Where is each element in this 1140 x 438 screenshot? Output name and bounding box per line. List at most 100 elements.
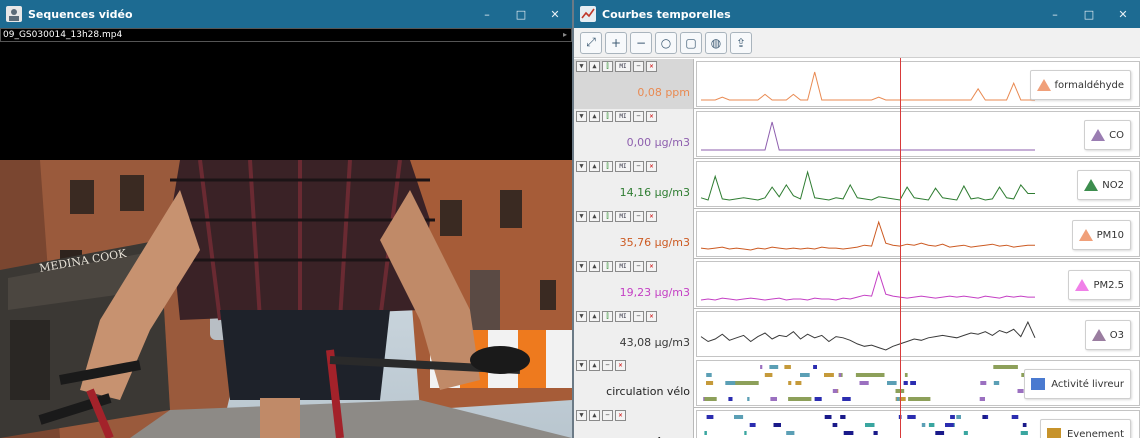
row-value: 19,23 µg/m3	[619, 286, 690, 299]
row-legend[interactable]: NO2	[1077, 170, 1131, 200]
move-up-icon[interactable]: ▲	[589, 311, 600, 322]
screenshot-icon[interactable]: ▢	[680, 31, 702, 54]
marker-icon[interactable]: ⫿	[602, 311, 613, 322]
event-mark	[704, 397, 717, 401]
remove-row-icon[interactable]: ✕	[615, 410, 626, 421]
legend-label: CO	[1109, 129, 1124, 141]
row-plot[interactable]: CO	[696, 111, 1140, 157]
legend-label: Activité livreur	[1051, 378, 1124, 390]
mi-button[interactable]: MI	[615, 261, 631, 272]
row-legend[interactable]: CO	[1084, 120, 1131, 150]
zoom-fit-icon[interactable]: ⤢	[580, 31, 602, 54]
remove-row-icon[interactable]: ✕	[646, 211, 657, 222]
row-legend[interactable]: Evenement	[1039, 419, 1131, 438]
marker-icon[interactable]: ⫿	[602, 61, 613, 72]
chart-row[interactable]: ▼ ▲ ⫿ MI − ✕ 35,76 µg/m3 PM10	[574, 209, 1140, 259]
mi-button[interactable]: MI	[615, 211, 631, 222]
row-plot[interactable]: Evenement	[696, 410, 1140, 438]
mi-button[interactable]: MI	[615, 111, 631, 122]
event-mark	[788, 381, 792, 385]
minimize-row-icon[interactable]: −	[602, 360, 613, 371]
chart-window-titlebar[interactable]: Courbes temporelles – □ ✕	[574, 0, 1140, 28]
remove-row-icon[interactable]: ✕	[646, 311, 657, 322]
marker-icon[interactable]: ⫿	[602, 261, 613, 272]
remove-row-icon[interactable]: ✕	[646, 261, 657, 272]
remove-row-icon[interactable]: ✕	[646, 61, 657, 72]
move-down-icon[interactable]: ▼	[576, 360, 587, 371]
row-legend[interactable]: PM2.5	[1068, 270, 1131, 300]
time-cursor[interactable]	[900, 58, 901, 438]
zoom-reset-icon[interactable]: ○	[655, 31, 677, 54]
row-plot[interactable]: formaldéhyde	[696, 61, 1140, 107]
minimize-row-icon[interactable]: −	[633, 61, 644, 72]
zoom-out-icon[interactable]: −	[630, 31, 652, 54]
move-down-icon[interactable]: ▼	[576, 261, 587, 272]
maximize-button[interactable]: □	[504, 0, 538, 28]
move-up-icon[interactable]: ▲	[589, 161, 600, 172]
move-up-icon[interactable]: ▲	[589, 111, 600, 122]
marker-icon[interactable]: ⫿	[602, 161, 613, 172]
legend-label: formaldéhyde	[1054, 79, 1124, 91]
row-plot[interactable]: Activité livreur	[696, 360, 1140, 406]
marker-icon[interactable]: ⫿	[602, 211, 613, 222]
move-down-icon[interactable]: ▼	[576, 61, 587, 72]
chart-row[interactable]: ▼ ▲ ⫿ MI − ✕ 43,08 µg/m3 O3	[574, 309, 1140, 359]
video-file-selector[interactable]: 09_GS030014_13h28.mp4 ▸	[0, 28, 572, 42]
marker-icon[interactable]: ⫿	[602, 111, 613, 122]
mi-button[interactable]: MI	[615, 311, 631, 322]
row-plot[interactable]: PM10	[696, 211, 1140, 257]
dropdown-arrow-icon[interactable]: ▸	[563, 29, 567, 41]
export-icon[interactable]: ⇪	[730, 31, 752, 54]
row-plot[interactable]: NO2	[696, 161, 1140, 207]
chart-maximize-button[interactable]: □	[1072, 0, 1106, 28]
move-down-icon[interactable]: ▼	[576, 311, 587, 322]
move-up-icon[interactable]: ▲	[589, 410, 600, 421]
video-window-titlebar[interactable]: Sequences vidéo – □ ✕	[0, 0, 572, 28]
event-mark	[785, 365, 789, 369]
chart-row[interactable]: ▼▲−✕Aucun Evenement	[574, 408, 1140, 438]
move-up-icon[interactable]: ▲	[589, 360, 600, 371]
event-mark	[1017, 389, 1024, 393]
minimize-row-icon[interactable]: −	[633, 111, 644, 122]
row-plot[interactable]: O3	[696, 311, 1140, 357]
video-player[interactable]: MEDINA COOK	[0, 160, 572, 438]
row-legend[interactable]: PM10	[1071, 220, 1131, 250]
minimize-row-icon[interactable]: −	[633, 211, 644, 222]
comment-icon[interactable]: ◍	[705, 31, 727, 54]
chart-close-button[interactable]: ✕	[1106, 0, 1140, 28]
close-button[interactable]: ✕	[538, 0, 572, 28]
remove-row-icon[interactable]: ✕	[646, 161, 657, 172]
series-line	[700, 170, 1035, 201]
chart-row[interactable]: ▼ ▲ ⫿ MI − ✕ 0,08 ppm formaldéhyde	[574, 59, 1140, 109]
chart-row[interactable]: ▼ ▲ ⫿ MI − ✕ 0,00 µg/m3 CO	[574, 109, 1140, 159]
minimize-row-icon[interactable]: −	[633, 161, 644, 172]
zoom-in-icon[interactable]: +	[605, 31, 627, 54]
event-mark	[706, 381, 714, 385]
chart-row[interactable]: ▼ ▲ ⫿ MI − ✕ 19,23 µg/m3 PM2.5	[574, 259, 1140, 309]
remove-row-icon[interactable]: ✕	[615, 360, 626, 371]
move-down-icon[interactable]: ▼	[576, 211, 587, 222]
row-legend[interactable]: O3	[1084, 320, 1131, 350]
chart-row[interactable]: ▼ ▲ − ✕ circulation vélo Activité livreur	[574, 358, 1140, 408]
mi-button[interactable]: MI	[615, 161, 631, 172]
move-down-icon[interactable]: ▼	[576, 161, 587, 172]
event-mark	[950, 415, 955, 419]
chart-row[interactable]: ▼ ▲ ⫿ MI − ✕ 14,16 µg/m3 NO2	[574, 159, 1140, 209]
move-up-icon[interactable]: ▲	[589, 61, 600, 72]
chart-minimize-button[interactable]: –	[1038, 0, 1072, 28]
event-mark	[734, 415, 744, 419]
event-mark	[760, 365, 763, 369]
move-up-icon[interactable]: ▲	[589, 211, 600, 222]
remove-row-icon[interactable]: ✕	[646, 111, 657, 122]
minimize-row-icon[interactable]: −	[633, 311, 644, 322]
row-plot[interactable]: PM2.5	[696, 261, 1140, 307]
move-down-icon[interactable]: ▼	[576, 111, 587, 122]
row-legend[interactable]: formaldéhyde	[1029, 70, 1131, 100]
minimize-row-icon[interactable]: −	[602, 410, 613, 421]
move-up-icon[interactable]: ▲	[589, 261, 600, 272]
row-legend[interactable]: Activité livreur	[1024, 369, 1131, 399]
minimize-row-icon[interactable]: −	[633, 261, 644, 272]
mi-button[interactable]: MI	[615, 61, 631, 72]
minimize-button[interactable]: –	[470, 0, 504, 28]
move-down-icon[interactable]: ▼	[576, 410, 587, 421]
